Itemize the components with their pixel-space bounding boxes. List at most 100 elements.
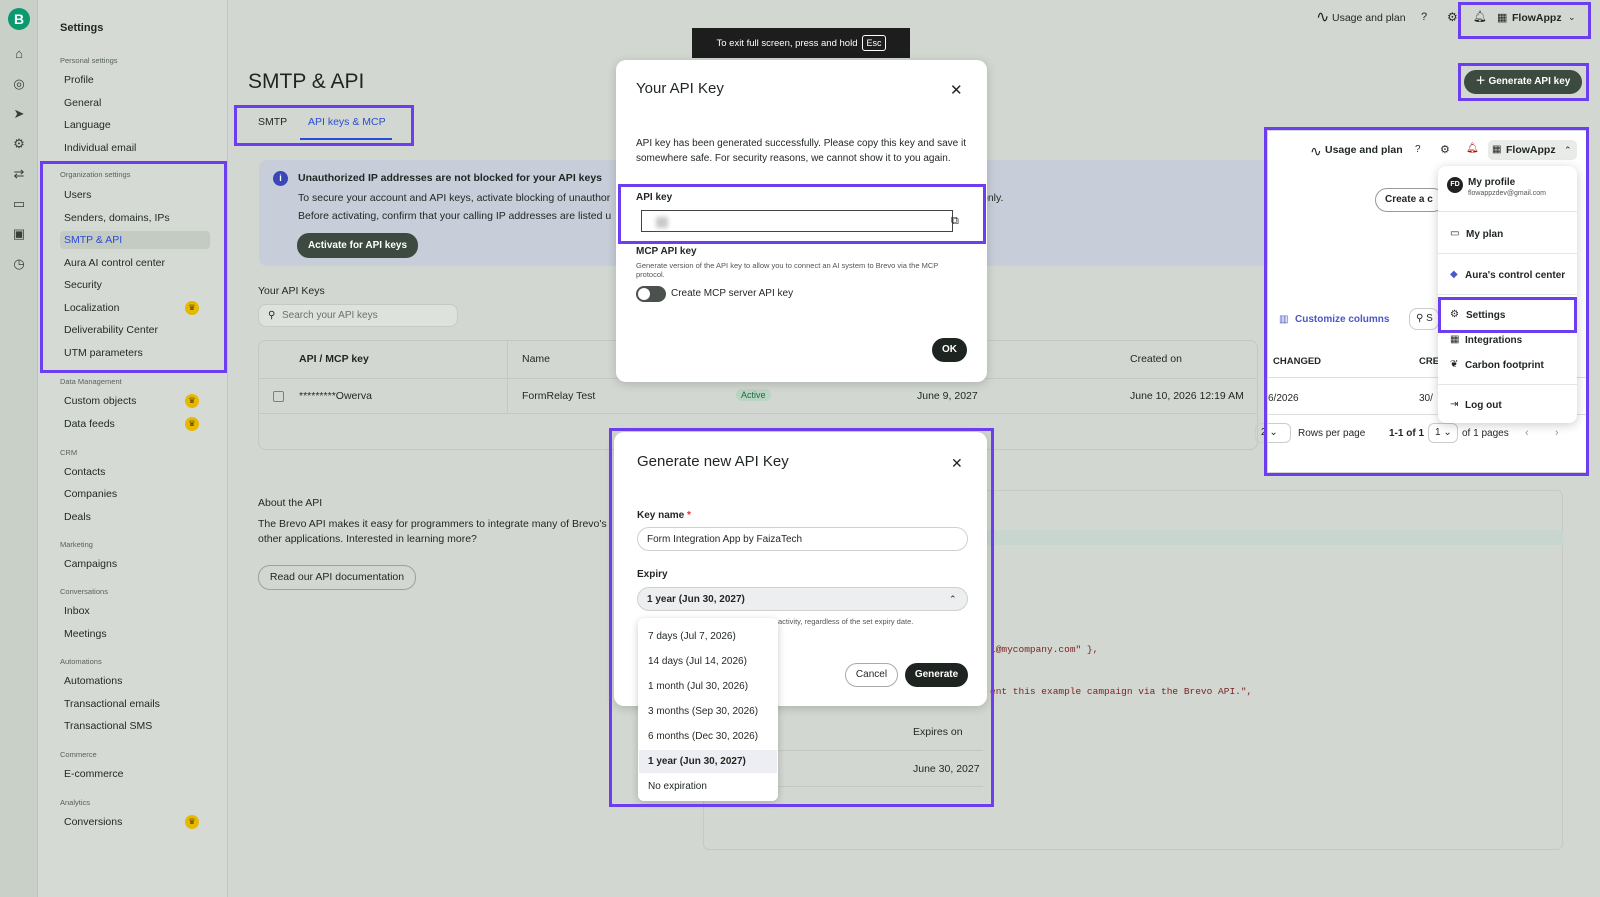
menu-settings[interactable]: Settings — [1466, 310, 1505, 321]
expiry-option[interactable]: No expiration — [648, 781, 707, 792]
chevron-up-icon: ⌃ — [1564, 145, 1572, 155]
create-button[interactable]: Create a c — [1375, 188, 1445, 212]
bell-icon[interactable]: 🔔︎ — [1466, 143, 1479, 154]
sidebar-item-ecommerce[interactable]: E-commerce — [64, 765, 208, 783]
generate-modal-title: Generate new API Key — [637, 453, 789, 470]
prev-page-icon[interactable]: ‹ — [1525, 427, 1529, 439]
about-line2: other applications. Interested in learni… — [258, 533, 477, 545]
calendar-icon[interactable]: ▣ — [12, 227, 26, 241]
gear-icon[interactable]: ⚙ — [1440, 143, 1450, 156]
sidebar-item-companies[interactable]: Companies — [64, 485, 208, 503]
rows-per-page-select[interactable]: 2 ⌄ — [1255, 423, 1291, 443]
sidebar-item-inbox[interactable]: Inbox — [64, 602, 208, 620]
sidebar-item-contacts[interactable]: Contacts — [64, 463, 208, 481]
group-label: Marketing — [60, 540, 93, 549]
chevron-down-icon[interactable]: ⌄ — [1568, 12, 1576, 23]
sidebar-item-general[interactable]: General — [64, 94, 208, 112]
help-icon[interactable]: ? — [1421, 11, 1427, 23]
sidebar-item-users[interactable]: Users — [64, 186, 208, 204]
mcp-label: MCP API key — [636, 246, 697, 257]
sidebar-item-transactional-sms[interactable]: Transactional SMS — [64, 717, 208, 735]
clock-icon[interactable]: ◷ — [12, 257, 26, 271]
menu-log-out[interactable]: Log out — [1465, 400, 1502, 411]
crown-icon: ♛ — [185, 301, 199, 315]
chat-icon[interactable]: ▭ — [12, 197, 26, 211]
tab-underline — [300, 138, 392, 140]
generate-api-key-label: Generate API key — [1488, 76, 1571, 87]
menu-aura[interactable]: Aura's control center — [1465, 270, 1565, 281]
generate-button[interactable]: Generate — [905, 663, 968, 687]
brevo-logo[interactable]: B — [8, 8, 30, 30]
expiry-option[interactable]: 1 month (Jul 30, 2026) — [648, 681, 748, 692]
sidebar-item-automations[interactable]: Automations — [64, 672, 208, 690]
of-pages: of 1 pages — [1462, 428, 1509, 439]
inset-search[interactable]: ⚲ S — [1409, 308, 1439, 330]
cancel-button[interactable]: Cancel — [845, 663, 898, 687]
account-menu[interactable]: FlowAppz — [1512, 12, 1562, 24]
sidebar-item-campaigns[interactable]: Campaigns — [64, 555, 208, 573]
info-icon: i — [273, 171, 288, 186]
sidebar-item-deliverability[interactable]: Deliverability Center — [64, 321, 208, 339]
profile-email: flowappzdev@gmail.com — [1468, 190, 1546, 197]
usage-and-plan-link[interactable]: Usage and plan — [1332, 12, 1406, 24]
expiry-option[interactable]: 3 months (Sep 30, 2026) — [648, 706, 758, 717]
search-icon: ⚲ — [268, 310, 276, 321]
close-icon[interactable]: ✕ — [950, 81, 963, 99]
home-icon[interactable]: ⌂ — [12, 47, 26, 61]
ok-button[interactable]: OK — [932, 338, 967, 362]
gear-icon[interactable]: ⚙ — [1447, 10, 1458, 24]
api-key-modal-title: Your API Key — [636, 80, 724, 97]
mcp-toggle[interactable] — [636, 286, 666, 302]
copy-icon[interactable]: ⧉ — [951, 215, 959, 228]
divider — [1438, 253, 1577, 254]
masked-key — [656, 217, 668, 228]
sidebar-item-individual-email[interactable]: Individual email — [64, 139, 208, 157]
sidebar-item-meetings[interactable]: Meetings — [64, 625, 208, 643]
expiry-option-selected[interactable]: 1 year (Jun 30, 2027) — [648, 756, 746, 767]
page-select[interactable]: 1 ⌄ — [1428, 423, 1458, 443]
sidebar-item-utm[interactable]: UTM parameters — [64, 344, 208, 362]
tab-api-keys[interactable]: API keys & MCP — [308, 116, 386, 128]
esc-key: Esc — [862, 35, 886, 51]
close-icon[interactable]: ✕ — [951, 455, 963, 472]
chevron-up-icon[interactable]: ⌃ — [949, 594, 957, 605]
contacts-icon[interactable]: ◎ — [12, 77, 26, 91]
customize-columns-link[interactable]: Customize columns — [1295, 314, 1389, 325]
help-icon[interactable]: ? — [1415, 144, 1421, 155]
row-checkbox[interactable] — [273, 391, 284, 402]
menu-integrations[interactable]: Integrations — [1465, 335, 1522, 346]
sidebar-item-senders[interactable]: Senders, domains, IPs — [64, 209, 208, 227]
send-icon[interactable]: ➤ — [12, 107, 26, 121]
sidebar-item-smtp-api[interactable]: SMTP & API — [60, 231, 210, 249]
crown-icon: ♛ — [185, 815, 199, 829]
expiry-option[interactable]: 6 months (Dec 30, 2026) — [648, 731, 758, 742]
next-page-icon[interactable]: › — [1555, 427, 1559, 439]
group-label: Conversations — [60, 587, 108, 596]
tab-smtp[interactable]: SMTP — [258, 116, 287, 128]
activate-button[interactable]: Activate for API keys — [297, 233, 418, 258]
api-key-field[interactable] — [641, 210, 953, 232]
inset-usage[interactable]: Usage and plan — [1325, 144, 1403, 156]
automation-icon[interactable]: ⚙ — [12, 137, 26, 151]
sidebar-item-transactional-emails[interactable]: Transactional emails — [64, 695, 208, 713]
toggle-label: Create MCP server API key — [671, 288, 794, 299]
bell-icon[interactable]: 🔔︎ — [1473, 10, 1487, 23]
sidebar-item-language[interactable]: Language — [64, 116, 208, 134]
expiry-option[interactable]: 7 days (Jul 7, 2026) — [648, 631, 736, 642]
menu-my-profile[interactable]: My profile — [1468, 177, 1515, 188]
col-cre: CRE — [1419, 356, 1440, 367]
expiry-option[interactable]: 14 days (Jul 14, 2026) — [648, 656, 747, 667]
sidebar-item-security[interactable]: Security — [64, 276, 208, 294]
col-name: Name — [522, 353, 551, 365]
menu-my-plan[interactable]: My plan — [1466, 229, 1503, 240]
crown-icon: ♛ — [185, 417, 199, 431]
generate-api-key-button[interactable]: ＋ Generate API key — [1464, 70, 1582, 94]
sidebar-item-profile[interactable]: Profile — [64, 71, 208, 89]
columns-icon: ▥ — [1279, 314, 1289, 325]
sidebar-item-aura[interactable]: Aura AI control center — [64, 254, 208, 272]
api-docs-button[interactable]: Read our API documentation — [258, 565, 416, 590]
sidebar-item-deals[interactable]: Deals — [64, 508, 208, 526]
grid-icon: ▦ — [1450, 334, 1460, 345]
menu-carbon[interactable]: Carbon footprint — [1465, 360, 1544, 371]
sync-icon[interactable]: ⇄ — [12, 167, 26, 181]
